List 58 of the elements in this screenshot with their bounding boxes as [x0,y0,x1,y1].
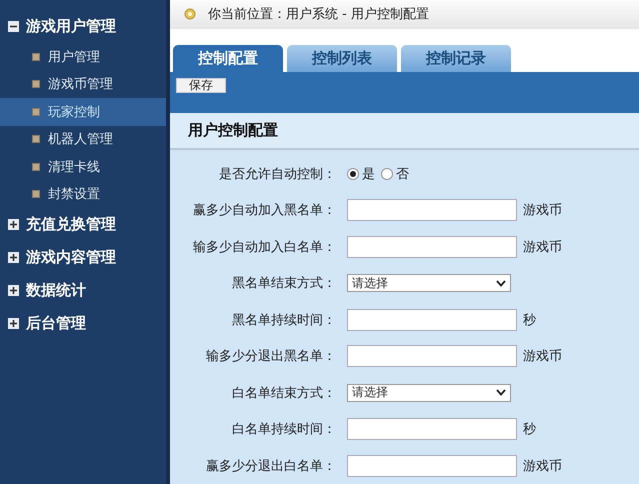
menu-group[interactable]: 游戏用户管理 [0,10,166,43]
field-label: 白名单结束方式： [231,384,337,402]
expand-icon[interactable] [8,252,19,263]
section-title: 用户控制配置 [170,113,639,150]
chevron-down-icon [496,389,506,396]
breadcrumb: 你当前位置：用户系统 - 用户控制配置 [208,6,429,24]
unit-label: 秒 [522,421,536,438]
unit-label: 游戏币 [522,348,562,366]
field-label: 黑名单结束方式： [231,275,337,292]
tab[interactable]: 控制配置 [173,44,283,72]
unit-label: 游戏币 [522,202,562,220]
unit-label: 游戏币 [522,238,562,256]
input-field[interactable] [347,454,517,477]
field-label: 赢多少分退出白名单： [205,458,337,475]
input-field[interactable] [347,308,517,331]
location-icon [184,8,196,20]
menu-group[interactable]: 后台管理 [0,307,166,340]
menu-group[interactable]: 数据统计 [0,274,166,307]
save-button[interactable]: 保存 [176,78,226,94]
tab[interactable]: 控制列表 [287,44,397,72]
menu-group[interactable]: 游戏内容管理 [0,241,166,274]
unit-label: 游戏币 [522,458,562,475]
radio-button[interactable] [347,168,359,180]
input-field[interactable] [347,345,517,368]
input-field[interactable] [347,236,517,258]
field-label: 赢多少自动加入黑名单： [192,202,337,220]
option-label: 是 [362,166,375,183]
bullet-icon [32,52,40,61]
radio-button[interactable] [381,168,393,180]
bullet-icon [32,135,40,144]
menu-item[interactable]: 用户管理 [0,43,166,70]
expand-icon[interactable] [8,285,19,296]
input-field[interactable] [347,199,517,222]
input-field[interactable] [347,418,517,440]
menu-group[interactable]: 充值兑换管理 [0,208,166,241]
dropdown[interactable]: 请选择 [347,384,511,402]
field-label: 输多少分退出黑名单： [205,348,337,366]
option-label: 否 [396,166,409,183]
expand-icon[interactable] [8,318,19,329]
field-label: 是否允许自动控制： [218,166,337,183]
unit-label: 秒 [522,312,536,329]
bullet-icon [32,190,40,198]
chevron-down-icon [496,280,506,287]
dropdown[interactable]: 请选择 [347,274,511,292]
bullet-icon [32,108,40,116]
field-label: 输多少自动加入白名单： [192,238,337,256]
menu-item[interactable]: 封禁设置 [0,180,166,208]
tab[interactable]: 控制记录 [401,44,511,72]
bullet-icon [32,162,40,171]
menu-item[interactable]: 清理卡线 [0,153,166,180]
collapse-icon[interactable] [8,21,19,32]
bullet-icon [32,80,40,88]
menu-item[interactable]: 玩家控制 [0,98,166,126]
field-label: 白名单持续时间： [231,421,337,438]
expand-icon[interactable] [8,219,19,230]
menu-item[interactable]: 游戏币管理 [0,70,166,98]
menu-item[interactable]: 机器人管理 [0,126,166,153]
field-label: 黑名单持续时间： [231,312,337,329]
